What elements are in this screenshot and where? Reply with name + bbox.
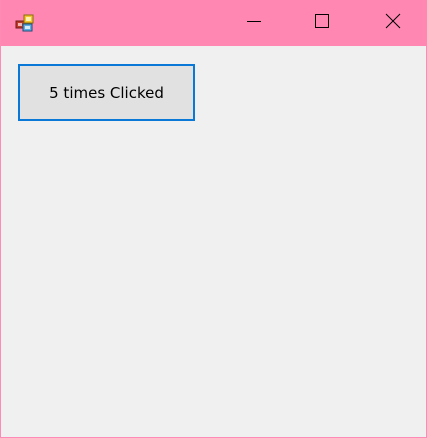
- minimize-button[interactable]: [220, 0, 288, 46]
- client-area: 5 times Clicked: [1, 46, 427, 438]
- minimize-icon: [246, 13, 262, 33]
- app-window: 5 times Clicked: [0, 0, 427, 438]
- close-button[interactable]: [359, 0, 427, 46]
- close-icon: [385, 13, 401, 33]
- click-counter-label: 5 times Clicked: [49, 83, 164, 102]
- maximize-button[interactable]: [288, 0, 356, 46]
- title-bar[interactable]: [1, 0, 427, 46]
- click-counter-button[interactable]: 5 times Clicked: [18, 64, 195, 121]
- app-icon[interactable]: [15, 14, 35, 32]
- maximize-icon: [314, 13, 330, 33]
